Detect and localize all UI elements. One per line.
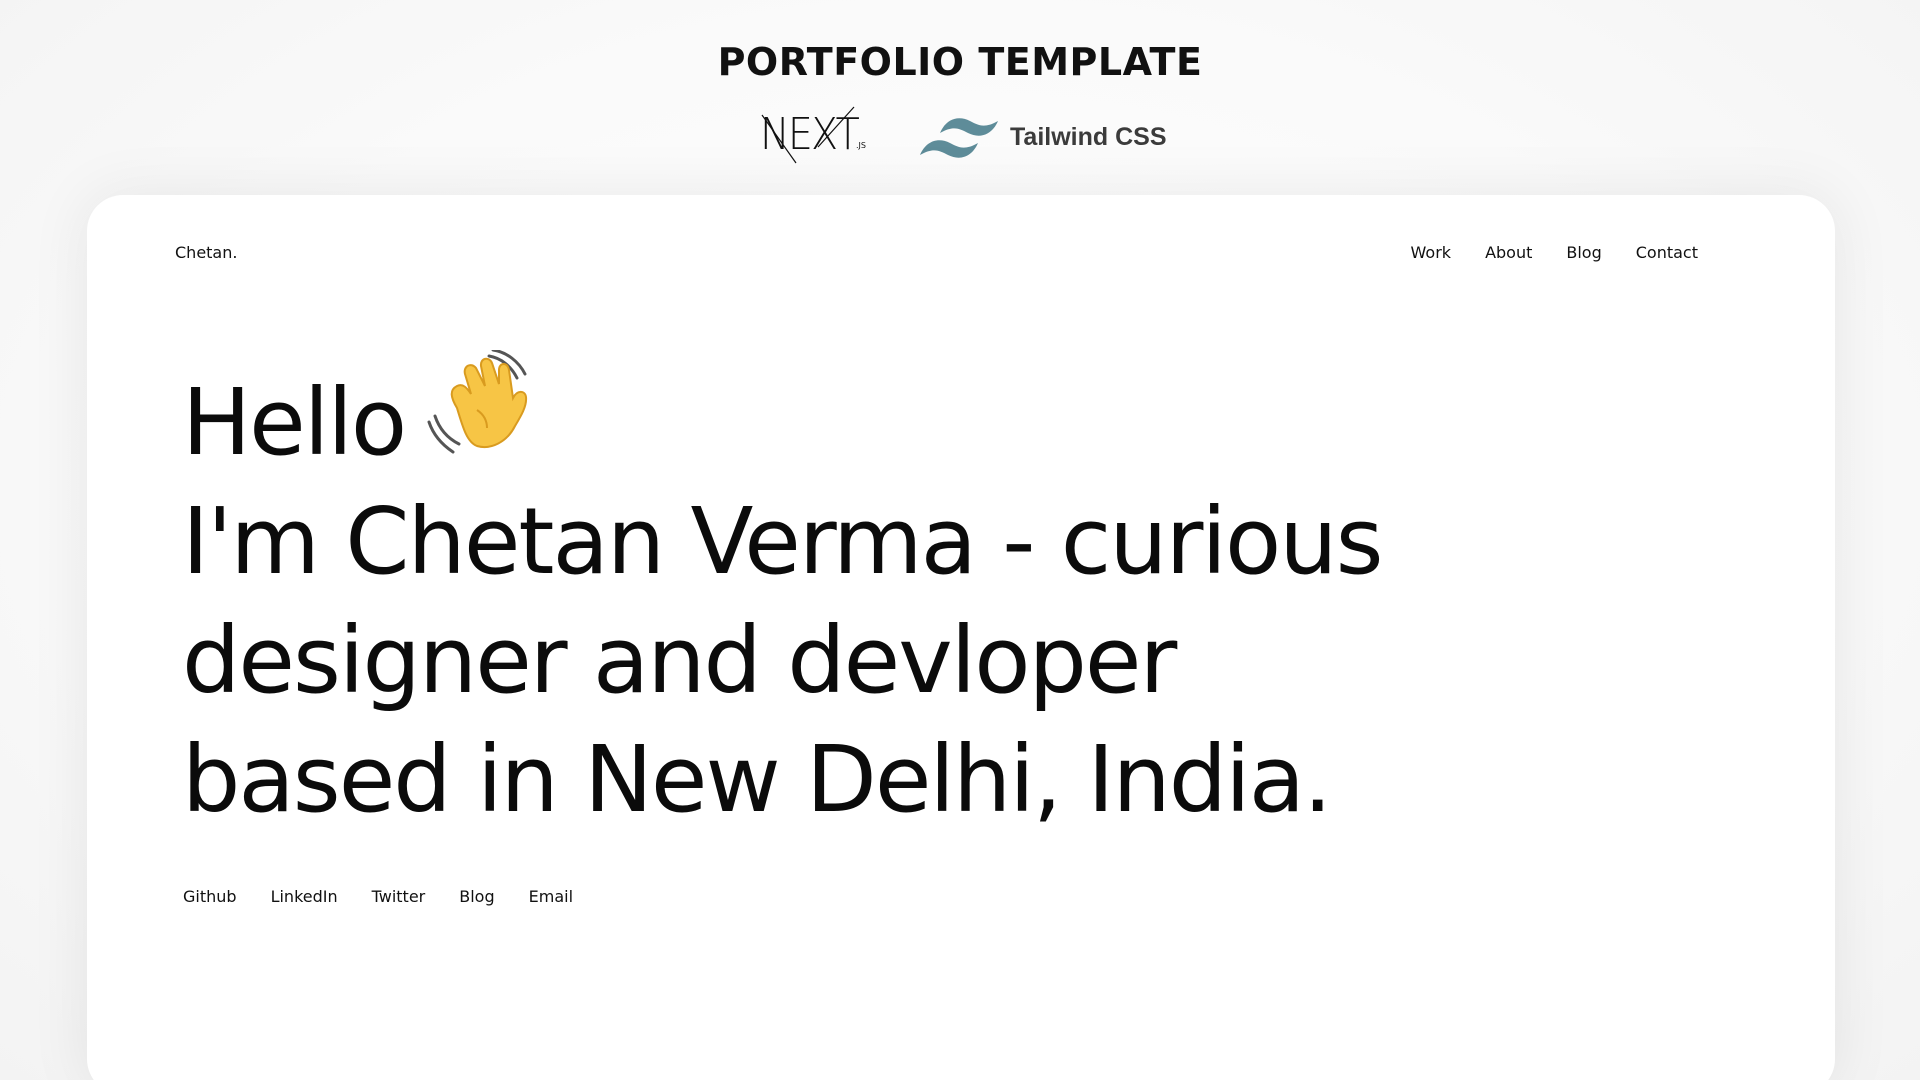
nav-link-blog[interactable]: Blog (1566, 243, 1601, 262)
hero-line-role: designer and devloper (182, 607, 1177, 714)
nav-link-contact[interactable]: Contact (1636, 243, 1698, 262)
social-link-github[interactable]: Github (183, 887, 237, 906)
waving-hand-icon (427, 350, 528, 454)
social-link-blog[interactable]: Blog (459, 887, 494, 906)
hero-greeting-text: Hello (182, 369, 407, 476)
social-link-linkedin[interactable]: LinkedIn (271, 887, 338, 906)
social-link-email[interactable]: Email (529, 887, 573, 906)
nav-link-about[interactable]: About (1485, 243, 1532, 262)
tailwind-logo: Tailwind CSS (918, 111, 1178, 167)
nextjs-logo-icon: NEXT .JS (758, 105, 874, 165)
hero-line-intro: I'm Chetan Verma - curious (182, 488, 1384, 595)
hero-line-location: based in New Delhi, India. (182, 726, 1332, 833)
tech-logos: NEXT .JS Tailwind CSS (0, 105, 1920, 165)
site-nav: Work About Blog Contact (1411, 243, 1698, 262)
social-links: Github LinkedIn Twitter Blog Email (183, 887, 573, 906)
tailwind-logo-text: Tailwind CSS (1010, 123, 1167, 151)
site-brand[interactable]: Chetan. (175, 243, 237, 262)
social-link-twitter[interactable]: Twitter (372, 887, 426, 906)
banner-title: PORTFOLIO TEMPLATE (717, 40, 1203, 84)
nav-link-work[interactable]: Work (1411, 243, 1452, 262)
hero-heading: Hello I'm Chetan Verma - curious designe… (182, 350, 1482, 839)
page: PORTFOLIO TEMPLATE NEXT .JS Tailwind CSS… (0, 0, 1920, 1080)
nextjs-slash-icon (761, 106, 855, 164)
portfolio-preview-card: Chetan. Work About Blog Contact Hello I'… (87, 195, 1835, 1080)
hero-line-greeting: Hello (182, 350, 1482, 482)
tailwind-logo-icon (920, 118, 998, 158)
